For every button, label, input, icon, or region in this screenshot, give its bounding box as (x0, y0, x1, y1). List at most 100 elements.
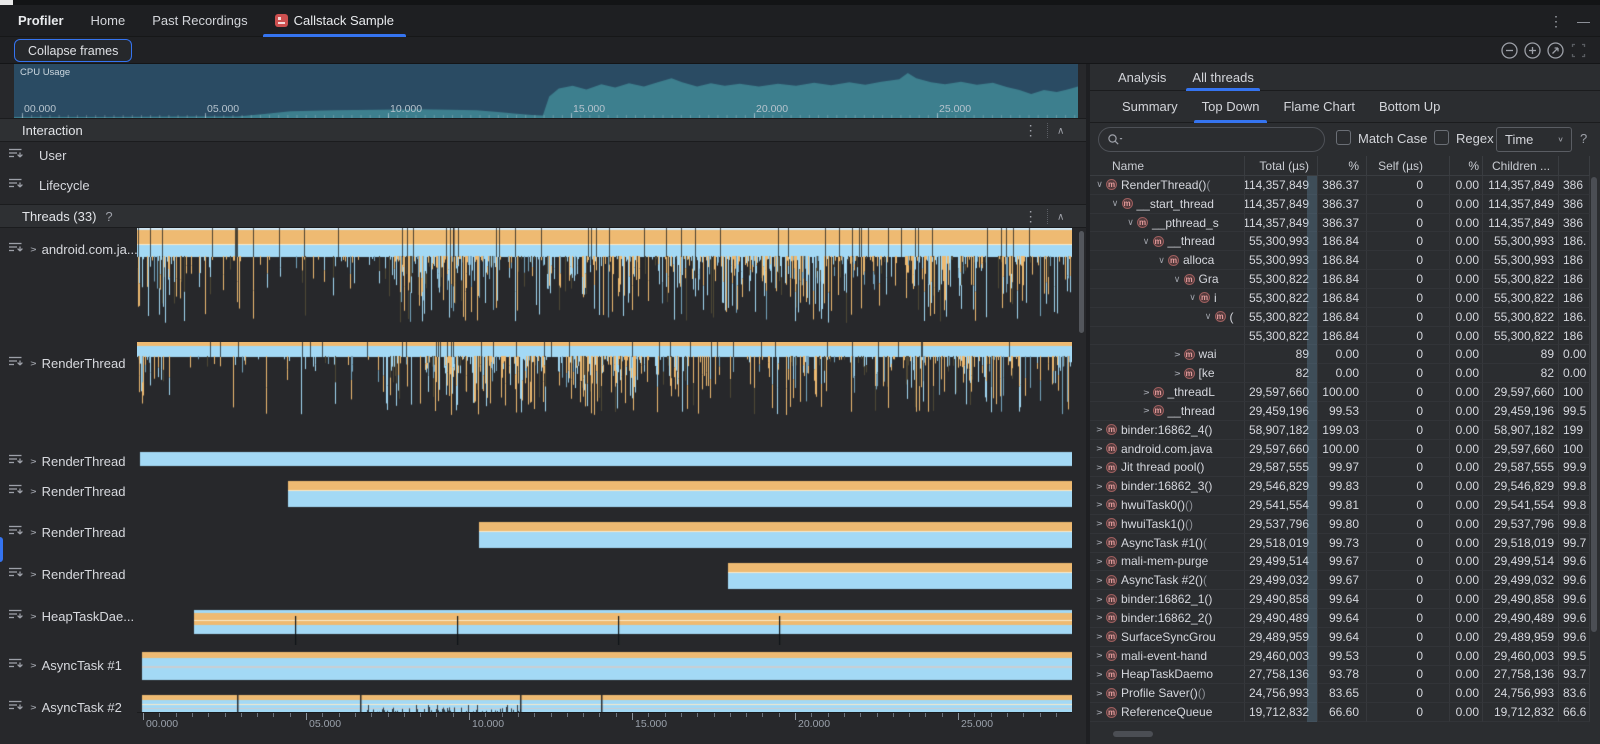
table-row[interactable]: ∨mhwuiTask1() ()29,537,79699.8000.0029,5… (1090, 515, 1590, 534)
thread-track-label[interactable]: ∨HeapTaskDae... (0, 607, 134, 625)
table-row[interactable]: ∨m(55,300,822186.8400.0055,300,822186. (1090, 308, 1590, 327)
table-row[interactable]: ∨mwai890.0000.00890.00 (1090, 345, 1590, 364)
table-row[interactable]: ∨m__pthread_s114,357,849386.3700.00114,3… (1090, 214, 1590, 233)
table-row[interactable]: ∨mHeapTaskDaemo27,758,13693.7800.0027,75… (1090, 666, 1590, 685)
chevron-right-icon[interactable]: ∨ (1094, 481, 1105, 492)
reset-zoom-icon[interactable] (1546, 41, 1565, 60)
drag-handle-icon[interactable] (8, 607, 23, 625)
thread-track-chart[interactable] (137, 517, 1072, 558)
table-row[interactable]: ∨mmali-event-hand29,460,00399.5300.0029,… (1090, 647, 1590, 666)
chevron-down-icon[interactable]: ∨ (1172, 274, 1183, 285)
drag-handle-icon[interactable] (8, 354, 23, 372)
chevron-down-icon[interactable]: ∨ (1125, 217, 1136, 228)
tab-past-recordings[interactable]: Past Recordings (152, 5, 247, 37)
column-header[interactable]: % (1318, 156, 1367, 175)
thread-track-chart[interactable] (137, 476, 1072, 517)
tab-all-threads[interactable]: All threads (1192, 64, 1253, 91)
column-header[interactable]: Name (1090, 156, 1245, 175)
thread-track-label[interactable]: ∨RenderThread (0, 565, 125, 583)
chevron-right-icon[interactable]: ∨ (1094, 443, 1105, 454)
column-header[interactable]: % (1450, 156, 1483, 175)
chevron-right-icon[interactable]: ∨ (1094, 594, 1105, 605)
drag-handle-icon[interactable] (8, 146, 23, 164)
chevron-right-icon[interactable]: ∨ (1094, 499, 1105, 510)
table-row[interactable]: ∨mbinder:16862_2()29,490,48999.6400.0029… (1090, 609, 1590, 628)
zoom-out-icon[interactable] (1500, 41, 1519, 60)
more-options-icon[interactable]: ⋮ (1549, 14, 1563, 28)
chevron-down-icon[interactable]: ∨ (1141, 236, 1152, 247)
expand-thread-icon[interactable]: ∨ (28, 360, 39, 367)
expand-thread-icon[interactable]: ∨ (28, 529, 39, 536)
thread-track-chart[interactable] (137, 446, 1072, 476)
thread-track-label[interactable]: ∨RenderThread (0, 482, 125, 500)
tab-summary[interactable]: Summary (1122, 91, 1178, 123)
table-row[interactable]: ∨mAsyncTask #2() (29,499,03299.6700.0029… (1090, 571, 1590, 590)
table-row[interactable]: ∨m[ke820.0000.00820.00 (1090, 364, 1590, 383)
chevron-right-icon[interactable]: ∨ (1094, 669, 1105, 680)
tab-top-down[interactable]: Top Down (1202, 91, 1260, 123)
drag-handle-icon[interactable] (8, 452, 23, 470)
drag-handle-icon[interactable] (8, 565, 23, 583)
table-row[interactable]: ∨mSurfaceSyncGrou29,489,95999.6400.0029,… (1090, 628, 1590, 647)
column-header[interactable]: Total (µs) (1245, 156, 1318, 175)
cpu-usage-canvas[interactable] (14, 64, 1078, 118)
thread-track-chart[interactable] (137, 558, 1072, 599)
chevron-right-icon[interactable]: ∨ (1094, 518, 1105, 529)
drag-handle-icon[interactable] (8, 698, 23, 716)
column-header[interactable]: Self (µs) (1367, 156, 1450, 175)
thread-track-label[interactable]: ∨RenderThread (0, 354, 125, 372)
threads-menu-icon[interactable]: ⋮ (1024, 209, 1038, 223)
table-vertical-scrollbar[interactable] (1591, 177, 1597, 632)
chevron-right-icon[interactable]: ∨ (1094, 424, 1105, 435)
chevron-down-icon[interactable]: ∨ (1187, 292, 1198, 303)
chevron-down-icon[interactable]: ∨ (1156, 255, 1167, 266)
table-row[interactable]: ∨m__start_thread114,357,849386.3700.0011… (1090, 195, 1590, 214)
column-header[interactable]: Children ... (1483, 156, 1559, 175)
table-row[interactable]: ∨mhwuiTask0() ()29,541,55499.8100.0029,5… (1090, 496, 1590, 515)
table-row[interactable]: ∨malloca55,300,993186.8400.0055,300,9931… (1090, 251, 1590, 270)
thread-track-chart[interactable] (137, 342, 1072, 442)
table-row[interactable]: ∨mmali-mem-purge29,499,51499.6700.0029,4… (1090, 553, 1590, 572)
chevron-right-icon[interactable]: ∨ (1094, 612, 1105, 623)
tab-callstack-sample[interactable]: Callstack Sample (275, 5, 394, 37)
drag-handle-icon[interactable] (8, 482, 23, 500)
chevron-right-icon[interactable]: ∨ (1094, 631, 1105, 642)
expand-thread-icon[interactable]: ∨ (28, 662, 39, 669)
cpu-usage-chart[interactable]: CPU Usage 00.00005.00010.00015.00020.000… (14, 64, 1078, 118)
chevron-down-icon[interactable]: ∨ (1110, 198, 1121, 209)
threads-collapse-icon[interactable]: ∨ (1057, 211, 1064, 222)
table-row[interactable]: ∨mProfile Saver() ()24,756,99383.6500.00… (1090, 684, 1590, 703)
chevron-right-icon[interactable]: ∨ (1141, 405, 1152, 416)
zoom-in-icon[interactable] (1523, 41, 1542, 60)
thread-track-label[interactable]: ∨RenderThread (0, 452, 125, 470)
drag-handle-icon[interactable] (8, 656, 23, 674)
collapse-frames-button[interactable]: Collapse frames (14, 39, 132, 62)
clock-type-dropdown[interactable]: Time ∨ (1496, 127, 1572, 152)
chevron-right-icon[interactable]: ∨ (1172, 368, 1183, 379)
zoom-to-selection-icon[interactable] (1569, 41, 1588, 60)
expand-thread-icon[interactable]: ∨ (28, 488, 39, 495)
chevron-right-icon[interactable]: ∨ (1094, 707, 1105, 718)
interaction-row-lifecycle[interactable]: Lifecycle (0, 170, 1086, 200)
regex-checkbox[interactable] (1434, 130, 1449, 145)
table-row[interactable]: ∨mi55,300,822186.8400.0055,300,822186 (1090, 289, 1590, 308)
expand-thread-icon[interactable]: ∨ (28, 613, 39, 620)
chevron-right-icon[interactable]: ∨ (1141, 387, 1152, 398)
search-input[interactable] (1098, 127, 1325, 152)
thread-track-chart[interactable] (137, 645, 1072, 690)
interaction-menu-icon[interactable]: ⋮ (1024, 123, 1038, 137)
thread-track-chart[interactable] (137, 228, 1072, 340)
table-row[interactable]: ∨mGra55,300,822186.8400.0055,300,822186 (1090, 270, 1590, 289)
expand-thread-icon[interactable]: ∨ (28, 704, 39, 711)
table-row[interactable]: ∨mAsyncTask #1() (29,518,01999.7300.0029… (1090, 534, 1590, 553)
chevron-right-icon[interactable]: ∨ (1094, 537, 1105, 548)
filter-help-icon[interactable]: ? (1580, 131, 1587, 146)
tab-analysis[interactable]: Analysis (1118, 64, 1166, 91)
interaction-section-header[interactable]: Interaction ⋮ ∨ (0, 118, 1086, 142)
thread-track-label[interactable]: ∨AsyncTask #2 (0, 698, 122, 716)
table-row[interactable]: ∨mJit thread pool()29,587,55599.9700.002… (1090, 458, 1590, 477)
thread-track-label[interactable]: ∨RenderThread (0, 523, 125, 541)
drag-handle-icon[interactable] (8, 523, 23, 541)
table-row[interactable]: ∨m_threadL29,597,660100.0000.0029,597,66… (1090, 383, 1590, 402)
tab-bottom-up[interactable]: Bottom Up (1379, 91, 1440, 123)
